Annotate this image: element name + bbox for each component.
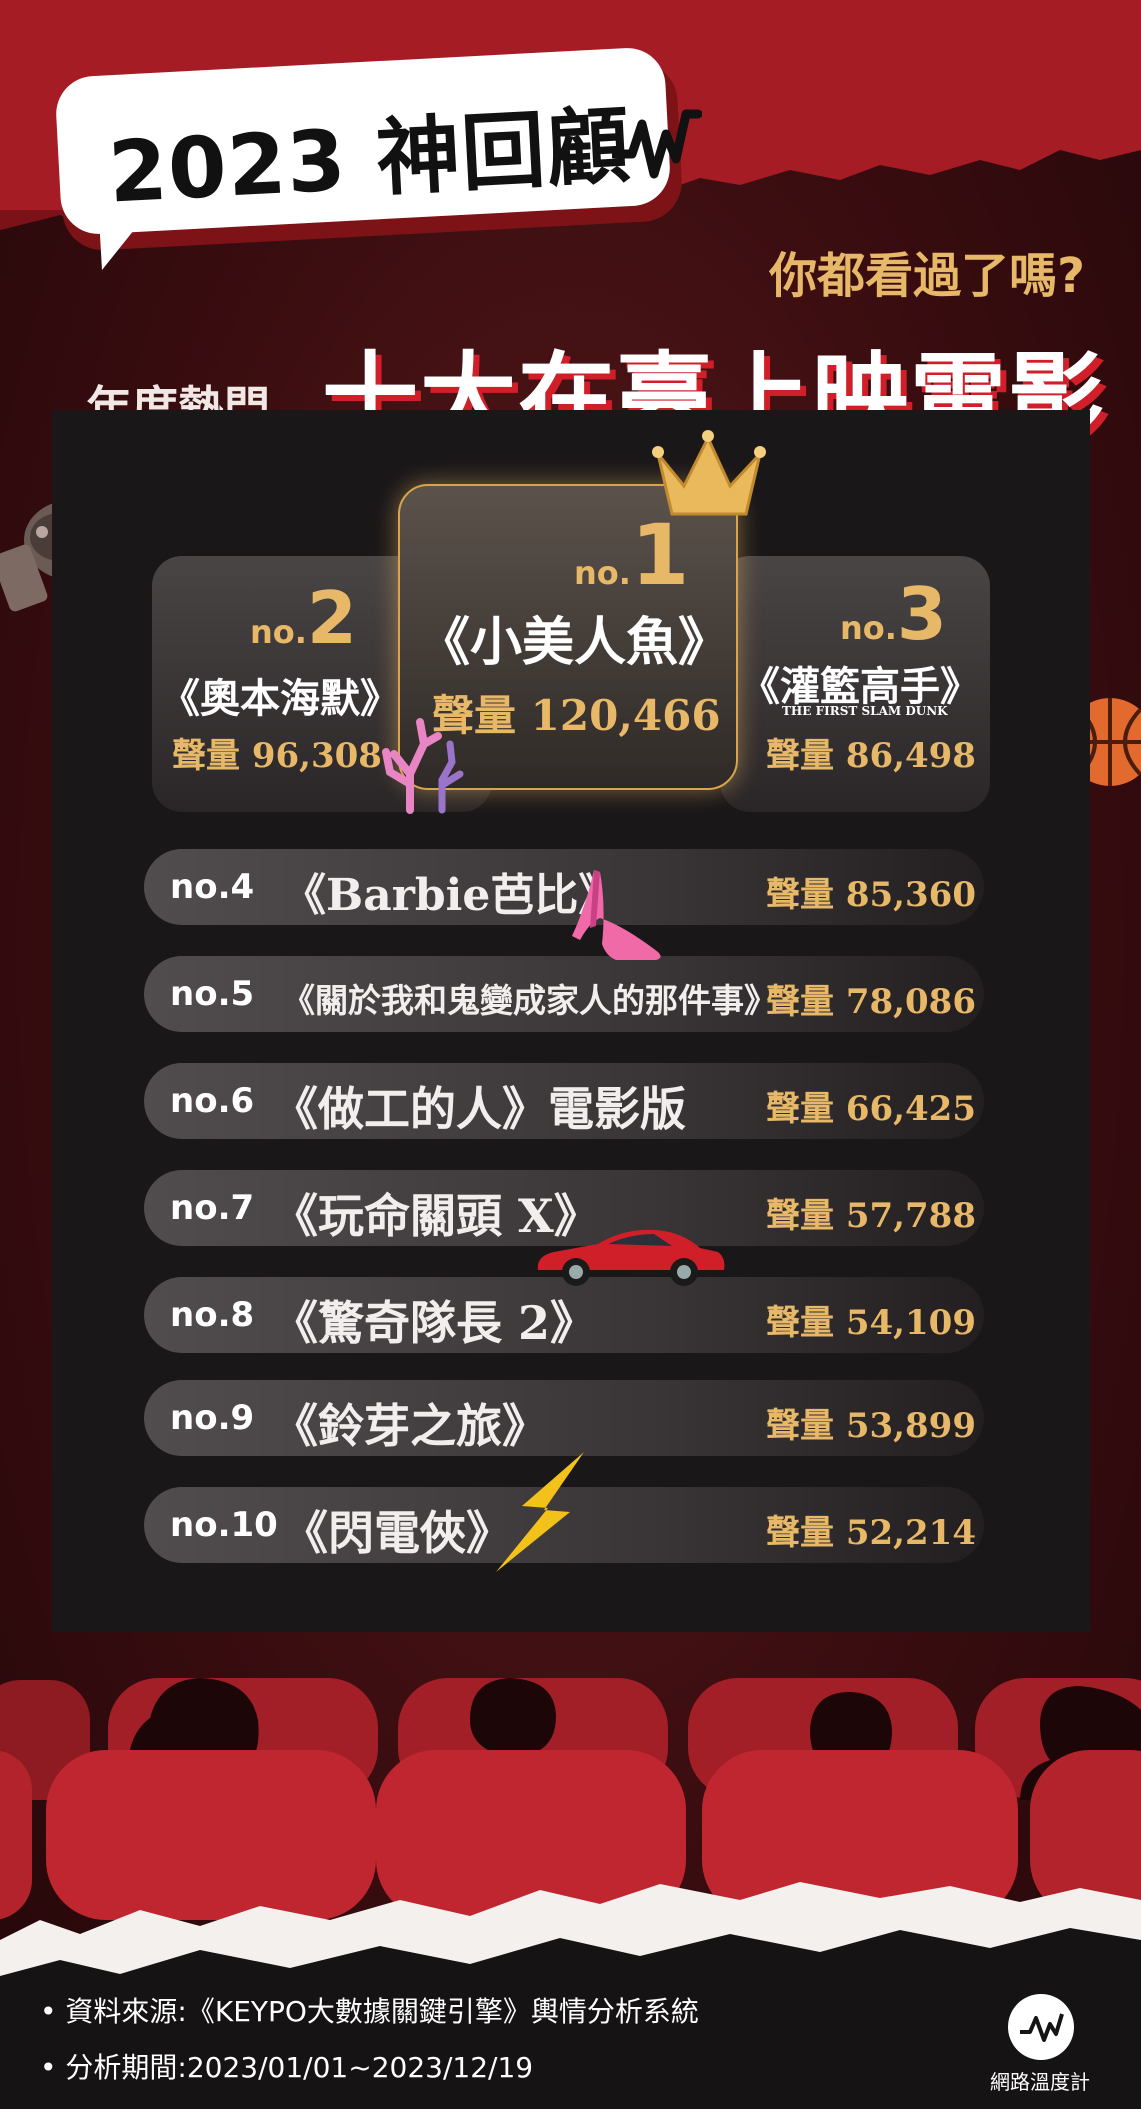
list-item: no.8 《驚奇隊長 2》 聲量 54,109: [144, 1277, 984, 1353]
rank-3-english-subtitle: THE FIRST SLAM DUNK: [782, 704, 948, 718]
coral-icon: [382, 718, 464, 814]
list-item-title: 《鈴芽之旅》: [272, 1399, 548, 1453]
data-source: • 資料來源:《KEYPO大數據關鍵引擎》輿情分析系統: [40, 1995, 699, 2028]
list-item-volume: 聲量 53,899: [766, 1406, 976, 1446]
list-item-volume: 聲量 85,360: [766, 875, 976, 915]
sports-car-icon: [537, 1229, 725, 1286]
pulse-line-icon: [612, 109, 702, 179]
rank-1-volume: 聲量 120,466: [432, 691, 721, 740]
rank-2-volume: 聲量 96,308: [172, 736, 382, 776]
list-item: no.5 《關於我和鬼變成家人的那件事》 聲量 78,086: [144, 956, 984, 1032]
list-item-rank: no.4: [170, 867, 255, 907]
list-item: no.4 《Barbie芭比》 聲量 85,360: [144, 849, 984, 925]
list-item: no.6 《做工的人》電影版 聲量 66,425: [144, 1063, 984, 1139]
rank-3-volume: 聲量 86,498: [766, 736, 976, 776]
list-item-rank: no.5: [170, 974, 255, 1014]
rank-2-title: 《奧本海默》: [160, 675, 400, 722]
lightning-icon: [496, 1452, 584, 1572]
list-item: no.9 《鈴芽之旅》 聲量 53,899: [144, 1380, 984, 1456]
rank-3-number: no.3: [840, 572, 948, 656]
list-item-title: 《閃電俠》: [282, 1506, 512, 1560]
question-subtitle: 你都看過了嗎?: [769, 248, 1085, 304]
list-item-rank: no.7: [170, 1188, 255, 1228]
list-item-volume: 聲量 52,214: [766, 1513, 976, 1553]
list-item-title: 《關於我和鬼變成家人的那件事》: [282, 981, 777, 1020]
list-item-title: 《驚奇隊長 2》: [272, 1296, 597, 1350]
list-item-volume: 聲量 54,109: [766, 1303, 976, 1343]
list-item-rank: no.8: [170, 1295, 255, 1335]
brand-name: 網路溫度計: [990, 2070, 1090, 2094]
rank-2-number: no.2: [250, 576, 358, 660]
list-item-volume: 聲量 78,086: [766, 982, 976, 1022]
pulse-logo-icon: [1008, 1994, 1074, 2060]
rank-1-title: 《小美人魚》: [418, 612, 731, 673]
list-item-volume: 聲量 57,788: [766, 1196, 976, 1236]
list-item-rank: no.9: [170, 1398, 255, 1438]
list-item-rank: no.6: [170, 1081, 255, 1121]
crown-icon: [652, 430, 766, 516]
list-item-rank: no.10: [170, 1505, 278, 1545]
list-item-title: 《做工的人》電影版: [272, 1082, 686, 1136]
analysis-period: • 分析期間:2023/01/01~2023/12/19: [40, 2051, 534, 2084]
high-heel-icon: [572, 870, 661, 960]
list-item-volume: 聲量 66,425: [766, 1089, 976, 1129]
cinema-seats: [0, 1678, 1141, 1920]
